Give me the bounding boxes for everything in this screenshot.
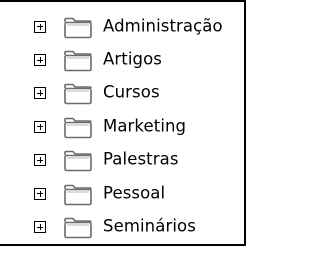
tree-item-pessoal[interactable]: Pessoal xyxy=(0,178,244,211)
tree-item-label: Marketing xyxy=(103,116,187,136)
tree-item-label: Artigos xyxy=(103,49,162,69)
tree-item-marketing[interactable]: Marketing xyxy=(0,111,244,144)
expand-plus-icon[interactable] xyxy=(34,221,46,234)
tree-item-cursos[interactable]: Cursos xyxy=(0,78,244,111)
expand-plus-icon[interactable] xyxy=(34,154,46,167)
folder-icon xyxy=(64,84,92,105)
folder-icon xyxy=(64,184,92,205)
tree-item-administracao[interactable]: Administração xyxy=(0,11,244,44)
folder-icon xyxy=(64,50,92,72)
folder-icon xyxy=(64,150,92,172)
folder-icon xyxy=(64,217,92,239)
tree-item-seminarios[interactable]: Seminários xyxy=(0,211,244,244)
tree-item-label: Palestras xyxy=(103,149,179,169)
folder-icon xyxy=(64,117,92,139)
tree-item-palestras[interactable]: Palestras xyxy=(0,145,244,178)
expand-plus-icon[interactable] xyxy=(34,54,46,67)
tree-item-artigos[interactable]: Artigos xyxy=(0,44,244,77)
folder-tree: Administração Artigos Cursos Marketing P… xyxy=(0,11,244,245)
expand-plus-icon[interactable] xyxy=(34,187,46,200)
tree-item-label: Seminários xyxy=(103,216,196,236)
expand-plus-icon[interactable] xyxy=(34,87,46,100)
tree-item-label: Cursos xyxy=(103,82,160,102)
expand-plus-icon[interactable] xyxy=(34,20,46,33)
folder-icon xyxy=(64,17,92,38)
tree-item-label: Administração xyxy=(103,16,223,36)
expand-plus-icon[interactable] xyxy=(34,120,46,133)
tree-item-label: Pessoal xyxy=(103,183,166,203)
folder-tree-panel: Administração Artigos Cursos Marketing P… xyxy=(0,0,246,246)
